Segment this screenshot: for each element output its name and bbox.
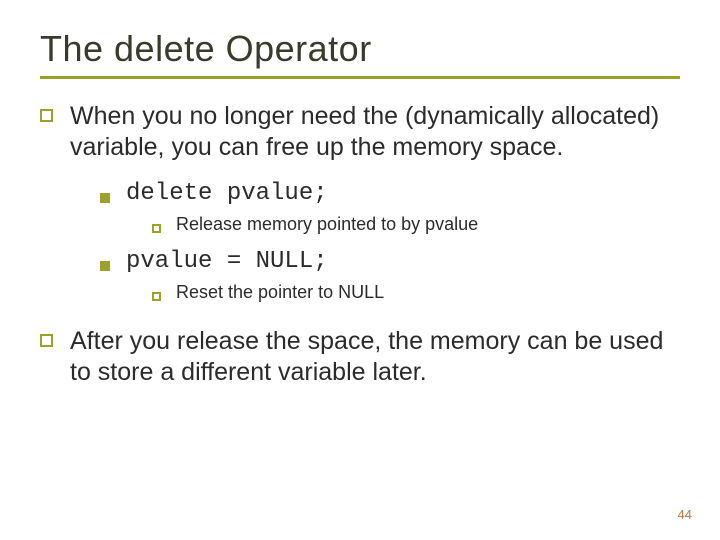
slide-title: The delete Operator xyxy=(40,28,680,70)
code-null: pvalue = NULL; xyxy=(126,248,328,276)
note-reset: Reset the pointer to NULL xyxy=(176,282,384,306)
bullet-level3: Release memory pointed to by pvalue xyxy=(152,214,680,238)
bullet-level1: When you no longer need the (dynamically… xyxy=(40,101,680,162)
point-1-text: When you no longer need the (dynamically… xyxy=(70,101,680,162)
square-open-icon xyxy=(40,109,60,123)
square-open-icon xyxy=(40,334,60,348)
bullet-level2: delete pvalue; xyxy=(100,180,680,208)
bullet-level1: After you release the space, the memory … xyxy=(40,326,680,387)
bullet-level2: pvalue = NULL; xyxy=(100,248,680,276)
note-release: Release memory pointed to by pvalue xyxy=(176,214,478,238)
slide: The delete Operator When you no longer n… xyxy=(0,0,720,540)
page-number: 44 xyxy=(678,507,692,522)
code-delete: delete pvalue; xyxy=(126,180,328,208)
title-underline xyxy=(40,76,680,79)
square-tiny-icon xyxy=(152,288,166,306)
square-tiny-icon xyxy=(152,220,166,238)
square-solid-icon xyxy=(100,190,116,208)
bullet-level3: Reset the pointer to NULL xyxy=(152,282,680,306)
point-2-text: After you release the space, the memory … xyxy=(70,326,680,387)
square-solid-icon xyxy=(100,258,116,276)
